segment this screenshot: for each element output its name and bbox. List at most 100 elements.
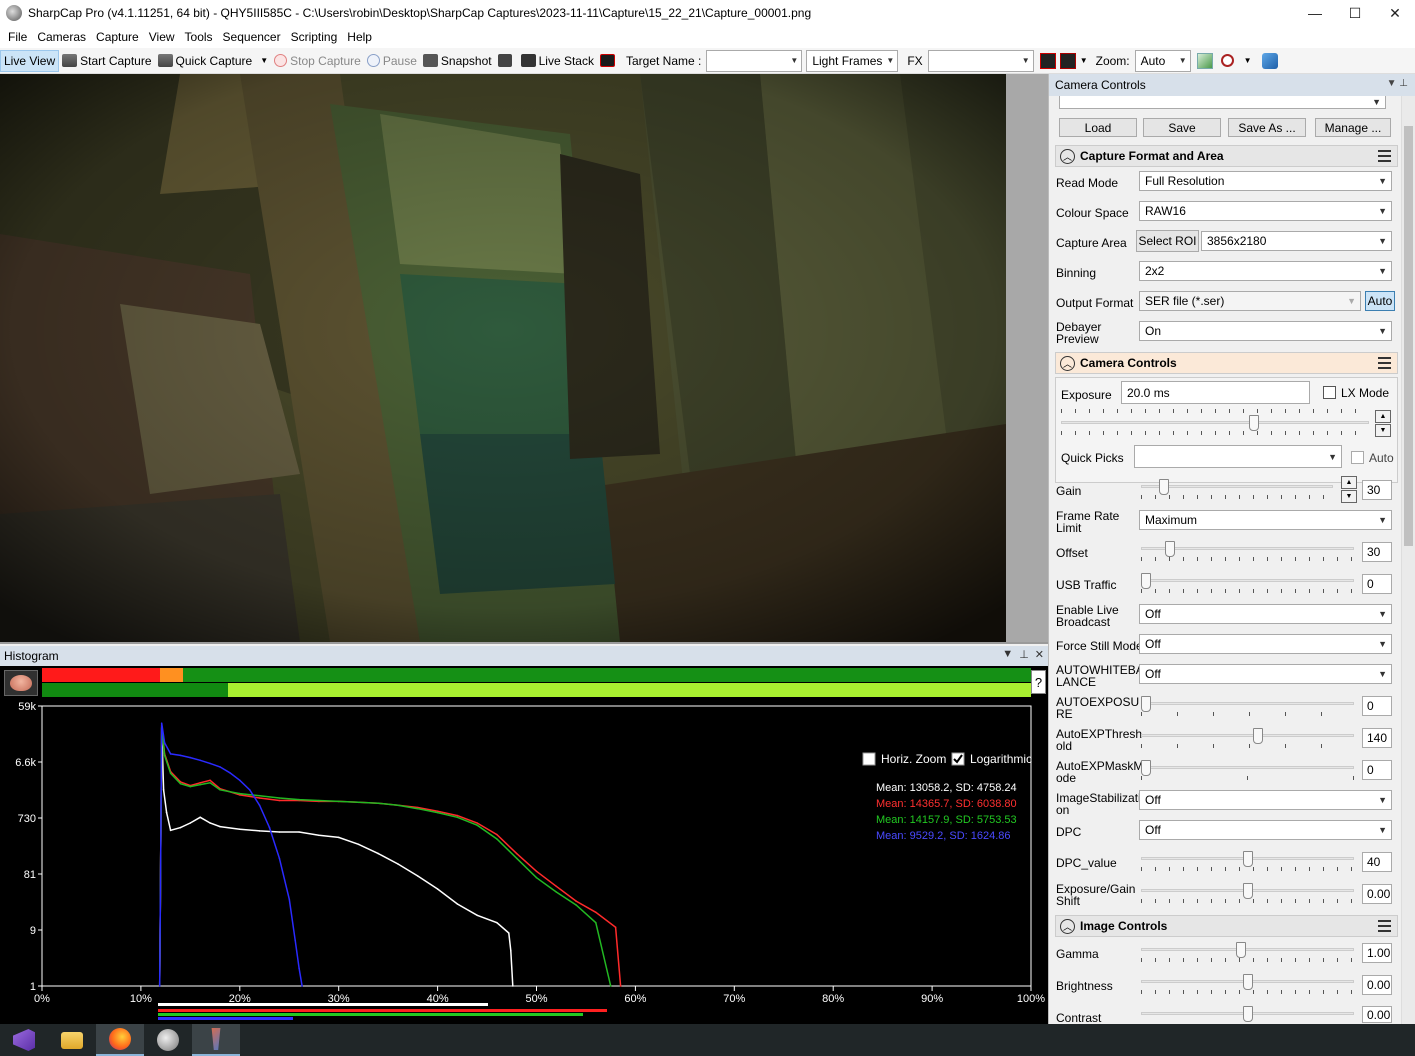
dpc-value-input[interactable]: 40 — [1362, 852, 1392, 872]
image-viewport[interactable] — [0, 74, 1048, 644]
close-icon[interactable]: ✕ — [1035, 648, 1044, 661]
menu-scripting[interactable]: Scripting — [286, 30, 343, 44]
slider-thumb[interactable] — [1253, 728, 1263, 744]
help-button[interactable]: ? — [1031, 670, 1046, 694]
menu-file[interactable]: File — [3, 30, 32, 44]
contrast-slider[interactable] — [1141, 1006, 1354, 1026]
autoexp-mask-slider[interactable] — [1141, 760, 1354, 780]
output-format-combo[interactable]: SER file (*.ser) ▼ — [1139, 291, 1361, 311]
pause-button[interactable]: Pause — [364, 50, 420, 72]
autowb-combo[interactable]: Off ▼ — [1139, 664, 1392, 684]
save-button[interactable]: Save — [1143, 118, 1221, 137]
slider-thumb[interactable] — [1159, 479, 1169, 495]
zoom-combo[interactable]: Auto ▼ — [1134, 49, 1191, 72]
camera-controls-section[interactable]: ︿ Camera Controls — [1055, 352, 1398, 374]
manage-button[interactable]: Manage ... — [1315, 118, 1391, 137]
autoexp-thresh-slider[interactable] — [1141, 728, 1354, 748]
menu-help[interactable]: Help — [342, 30, 377, 44]
collapse-icon[interactable]: ︿ — [1060, 149, 1075, 164]
autoexposure-slider[interactable] — [1141, 696, 1354, 716]
collapse-icon[interactable]: ︿ — [1060, 356, 1075, 371]
chevron-down-icon[interactable]: ▼ — [1080, 56, 1088, 65]
slider-thumb[interactable] — [1243, 1006, 1253, 1022]
usb-traffic-slider[interactable] — [1141, 573, 1354, 593]
polar-align-icon[interactable] — [1261, 52, 1278, 69]
pin-icon[interactable]: ▼ ⊥ — [1387, 78, 1408, 89]
menu-icon[interactable] — [1378, 150, 1391, 162]
autoexp-thresh-value[interactable]: 140 — [1362, 728, 1392, 748]
reticle-icon[interactable] — [1039, 52, 1056, 69]
chevron-down-icon[interactable]: ▼ — [260, 56, 268, 65]
dpc-value-slider[interactable] — [1141, 851, 1354, 871]
chevron-down-icon[interactable]: ▼ — [1244, 56, 1252, 65]
scrollbar-thumb[interactable] — [1404, 126, 1413, 546]
fx-combo[interactable]: ▼ — [927, 49, 1034, 72]
logarithmic-checkbox[interactable]: Logarithmic — [951, 752, 1032, 766]
noise-button[interactable] — [597, 50, 621, 72]
display-settings-button[interactable] — [495, 50, 518, 72]
frame-type-combo[interactable]: Light Frames ▼ — [806, 49, 899, 72]
image-controls-section[interactable]: ︿ Image Controls — [1055, 915, 1398, 937]
firefox-task[interactable] — [96, 1024, 144, 1056]
output-format-auto-button[interactable]: Auto — [1365, 291, 1395, 311]
file-explorer-task[interactable] — [48, 1024, 96, 1056]
snapshot-button[interactable]: Snapshot — [420, 50, 495, 72]
down-arrow-icon[interactable]: ▼ — [1375, 424, 1391, 437]
brain-button[interactable] — [4, 670, 38, 696]
menu-view[interactable]: View — [144, 30, 180, 44]
maximize-button[interactable]: ☐ — [1335, 0, 1375, 26]
sharpcap-scope-task[interactable] — [144, 1024, 192, 1056]
save-as-button[interactable]: Save As ... — [1228, 118, 1306, 137]
slider-thumb[interactable] — [1249, 415, 1259, 431]
offset-slider[interactable] — [1141, 541, 1354, 561]
minimize-button[interactable]: — — [1295, 0, 1335, 26]
menu-capture[interactable]: Capture — [91, 30, 144, 44]
slider-thumb[interactable] — [1243, 974, 1253, 990]
usb-traffic-value[interactable]: 0 — [1362, 574, 1392, 594]
up-arrow-icon[interactable]: ▲ — [1341, 476, 1357, 489]
quick-picks-combo[interactable]: ▼ — [1134, 445, 1342, 468]
live-view-button[interactable]: Live View — [0, 49, 60, 72]
histogram-icon[interactable] — [1196, 52, 1213, 69]
slider-thumb[interactable] — [1141, 696, 1151, 712]
quick-capture-button[interactable]: Quick Capture ▼ — [155, 50, 272, 72]
slider-thumb[interactable] — [1165, 541, 1175, 557]
exp-gain-shift-slider[interactable] — [1141, 883, 1354, 903]
capture-area-combo[interactable]: 3856x2180 ▼ — [1201, 231, 1392, 251]
select-roi-button[interactable]: Select ROI — [1136, 230, 1199, 252]
stop-capture-button[interactable]: Stop Capture — [271, 50, 364, 72]
collapse-icon[interactable]: ︿ — [1060, 919, 1075, 934]
gain-value[interactable]: 30 — [1362, 480, 1392, 500]
live-stack-button[interactable]: Live Stack — [518, 50, 597, 72]
up-arrow-icon[interactable]: ▲ — [1375, 410, 1391, 423]
read-mode-combo[interactable]: Full Resolution ▼ — [1139, 171, 1392, 191]
dpc-combo[interactable]: Off ▼ — [1139, 820, 1392, 840]
pin-icon[interactable]: ⊥ — [1019, 648, 1029, 661]
gamma-slider[interactable] — [1141, 942, 1354, 962]
autoexp-mask-value[interactable]: 0 — [1362, 760, 1392, 780]
slider-thumb[interactable] — [1243, 851, 1253, 867]
brightness-value[interactable]: 0.00 — [1362, 975, 1392, 995]
panel-scrollbar[interactable] — [1401, 96, 1415, 1024]
force-still-combo[interactable]: Off ▼ — [1139, 634, 1392, 654]
binning-combo[interactable]: 2x2 ▼ — [1139, 261, 1392, 281]
live-broadcast-combo[interactable]: Off ▼ — [1139, 604, 1392, 624]
magnifier-icon[interactable] — [1220, 54, 1234, 67]
image-stab-combo[interactable]: Off ▼ — [1139, 790, 1392, 810]
menu-cameras[interactable]: Cameras — [32, 30, 91, 44]
gain-spinner[interactable]: ▲ ▼ — [1341, 476, 1357, 504]
menu-tools[interactable]: Tools — [180, 30, 218, 44]
profile-combo[interactable]: ▼ — [1059, 96, 1386, 109]
start-capture-button[interactable]: Start Capture — [59, 50, 154, 72]
brightness-slider[interactable] — [1141, 974, 1354, 994]
menu-sequencer[interactable]: Sequencer — [218, 30, 286, 44]
capture-format-section[interactable]: ︿ Capture Format and Area — [1055, 145, 1398, 167]
cross-icon[interactable] — [1059, 52, 1076, 69]
sharpcap-task[interactable] — [192, 1024, 240, 1056]
menu-icon[interactable] — [1378, 920, 1391, 932]
offset-value[interactable]: 30 — [1362, 542, 1392, 562]
load-button[interactable]: Load — [1059, 118, 1137, 137]
exp-gain-shift-value[interactable]: 0.00 — [1362, 884, 1392, 904]
histogram-chart[interactable]: 59k6.6k7308191 0% 10% 20% 30% 40% 50% 60% 70% 80… — [0, 698, 1048, 1024]
colour-space-combo[interactable]: RAW16 ▼ — [1139, 201, 1392, 221]
